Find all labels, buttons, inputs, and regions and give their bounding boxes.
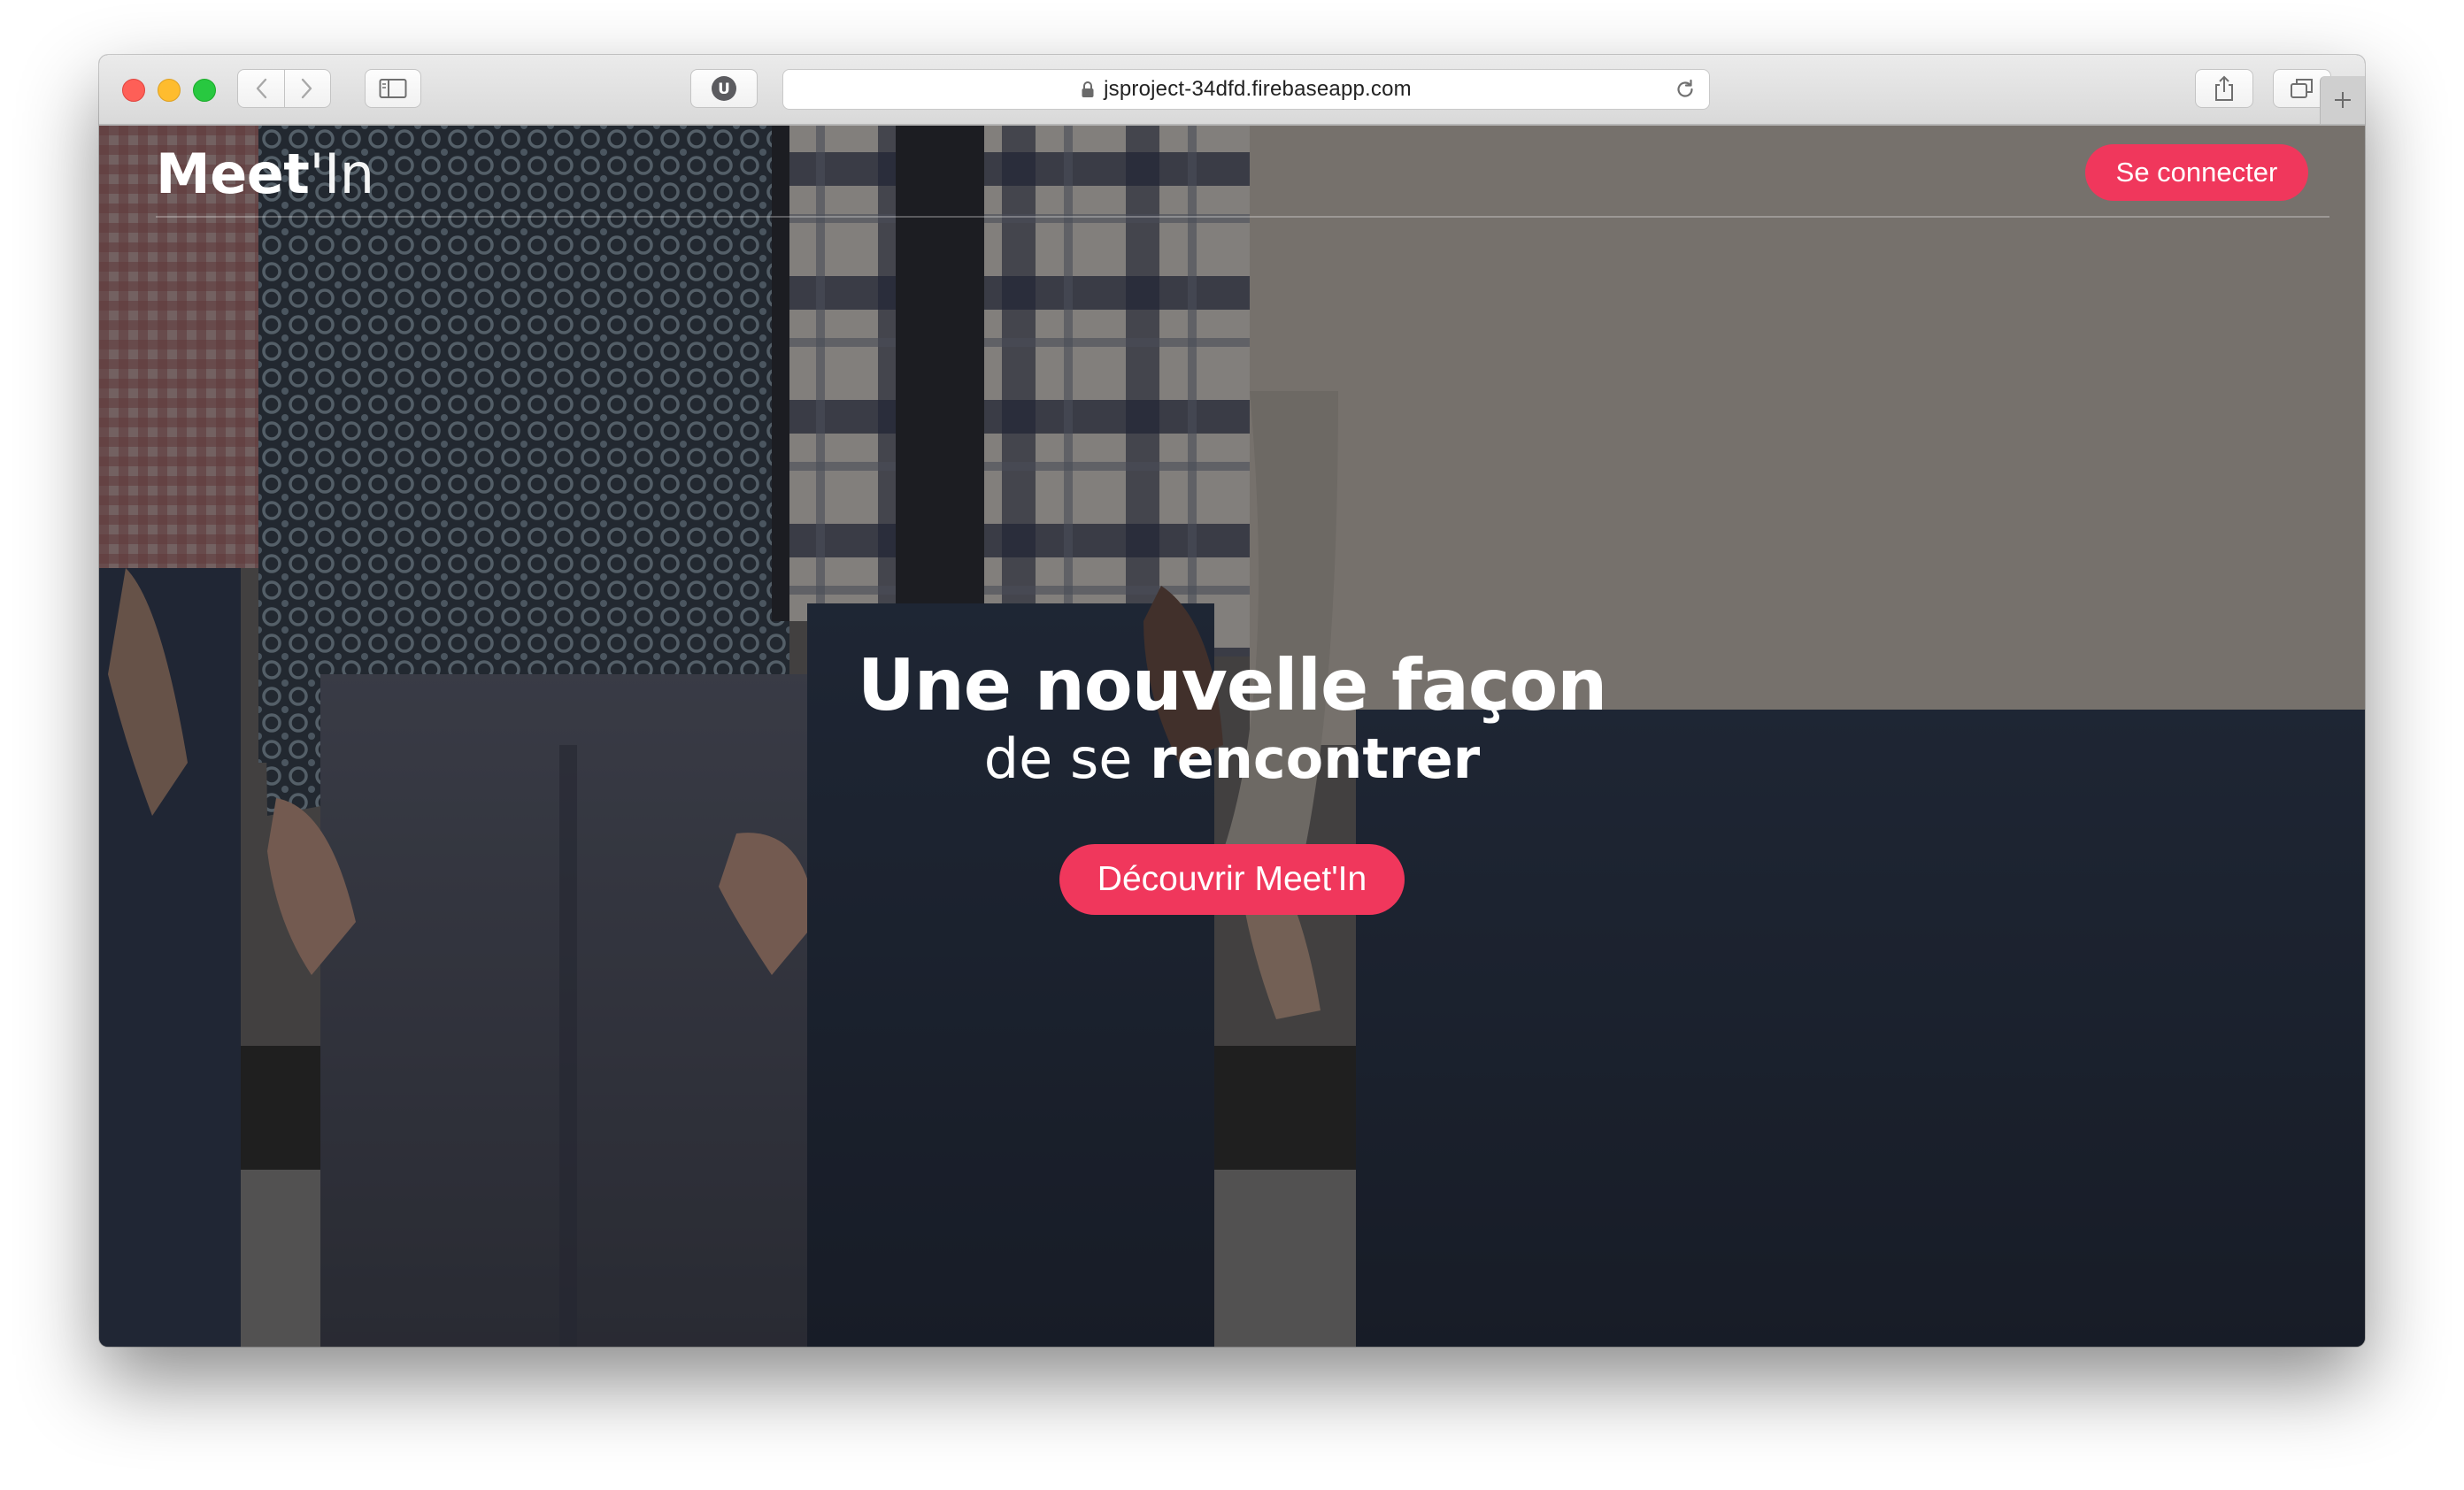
history-nav-group bbox=[237, 69, 331, 108]
share-icon bbox=[2215, 75, 2233, 101]
hero-subtitle: de se rencontrer bbox=[99, 726, 2365, 793]
header-divider bbox=[156, 216, 2329, 218]
extension-button[interactable]: U bbox=[690, 69, 758, 108]
sidebar-toggle-button[interactable] bbox=[365, 69, 421, 108]
forward-button[interactable] bbox=[283, 70, 331, 107]
discover-button[interactable]: Découvrir Meet'In bbox=[1059, 844, 1405, 915]
sidebar-icon bbox=[379, 79, 407, 98]
address-bar[interactable]: jsproject-34dfd.firebaseapp.com bbox=[782, 69, 1710, 110]
hero-subtitle-light: de se bbox=[983, 726, 1133, 791]
minimize-window-button[interactable] bbox=[158, 79, 181, 102]
browser-window: U jsproject-34dfd.firebaseapp.com Meet'I… bbox=[99, 55, 2365, 1347]
site-header: Meet'In Se connecter bbox=[156, 126, 2329, 218]
extension-badge-icon: U bbox=[712, 76, 736, 101]
plus-icon bbox=[2335, 92, 2351, 108]
url-text: jsproject-34dfd.firebaseapp.com bbox=[1104, 77, 1412, 101]
browser-toolbar: U jsproject-34dfd.firebaseapp.com bbox=[99, 55, 2365, 126]
logo-light-text: 'In bbox=[309, 142, 374, 206]
hero-section: Une nouvelle façon de se rencontrer Déco… bbox=[99, 646, 2365, 915]
close-window-button[interactable] bbox=[122, 79, 145, 102]
back-icon bbox=[256, 78, 266, 99]
logo-bold-text: Meet bbox=[156, 142, 310, 206]
tabs-icon bbox=[2291, 79, 2313, 98]
zoom-window-button[interactable] bbox=[193, 79, 216, 102]
reload-icon[interactable] bbox=[1674, 78, 1697, 101]
hero-subtitle-bold: rencontrer bbox=[1150, 726, 1481, 791]
site-logo[interactable]: Meet'In bbox=[156, 142, 374, 206]
connect-button[interactable]: Se connecter bbox=[2085, 144, 2308, 201]
lock-icon bbox=[1081, 81, 1095, 98]
forward-icon bbox=[302, 78, 312, 99]
web-page: Meet'In Se connecter Une nouvelle façon … bbox=[99, 126, 2365, 1347]
hero-title: Une nouvelle façon bbox=[857, 644, 1607, 726]
back-button[interactable] bbox=[238, 70, 284, 107]
svg-text:U: U bbox=[718, 81, 730, 98]
share-button[interactable] bbox=[2195, 69, 2253, 108]
new-tab-button[interactable] bbox=[2320, 76, 2365, 124]
